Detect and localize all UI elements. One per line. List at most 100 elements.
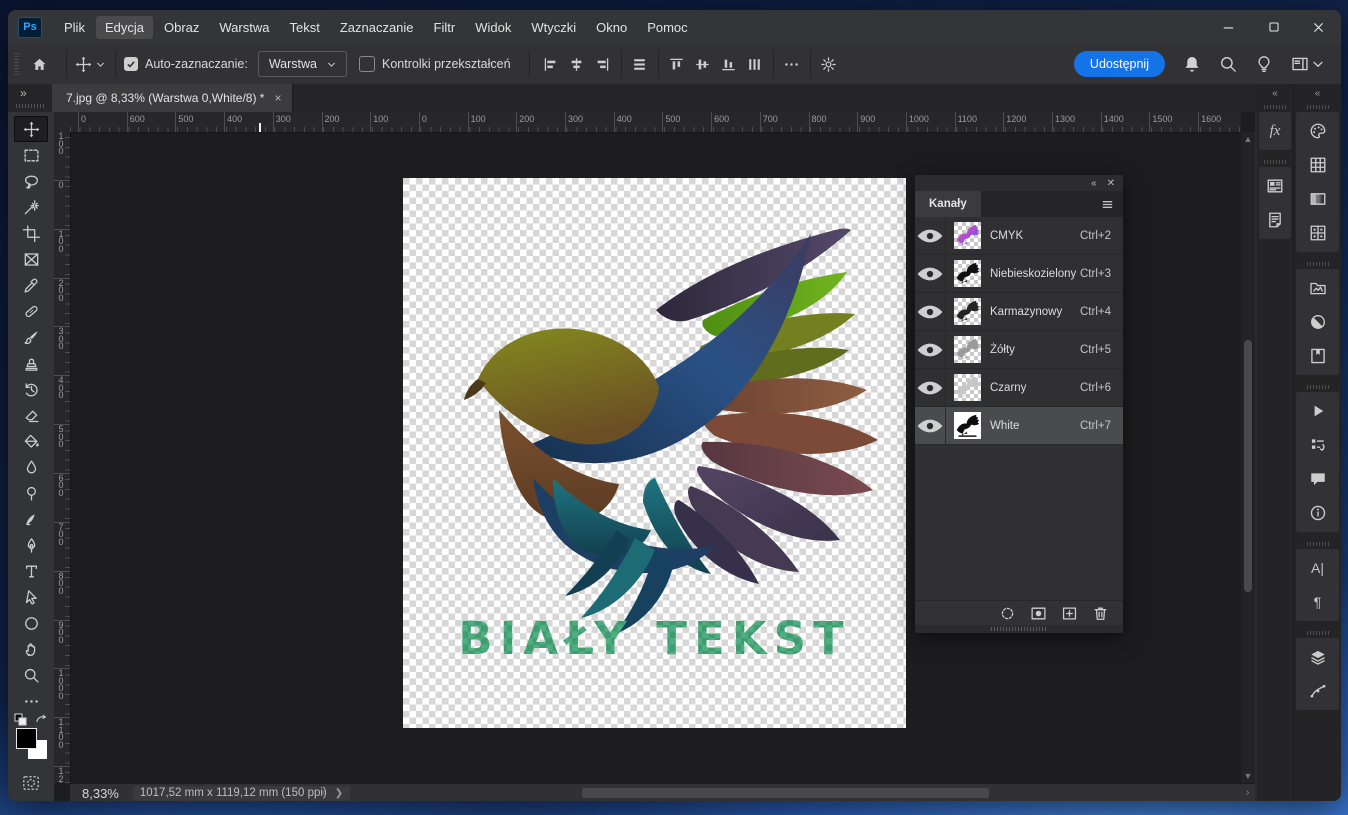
channel-row-karmazynowy[interactable]: KarmazynowyCtrl+4 — [915, 293, 1123, 331]
menu-widok[interactable]: Widok — [466, 16, 520, 39]
pen-tool[interactable] — [14, 532, 48, 558]
align-middle-v-button[interactable] — [690, 51, 716, 77]
distribute-v-button[interactable] — [742, 51, 768, 77]
channel-row-niebieskozielony[interactable]: NiebieskozielonyCtrl+3 — [915, 255, 1123, 293]
scroll-down-icon[interactable]: ▼ — [1241, 771, 1255, 781]
healing-brush-tool[interactable] — [14, 298, 48, 324]
panel-history[interactable] — [1296, 428, 1339, 462]
notifications-bell-icon[interactable] — [1183, 55, 1201, 73]
move-tool[interactable] — [14, 116, 48, 142]
status-chevron-icon[interactable]: ❯ — [335, 788, 343, 799]
align-center-h-button[interactable] — [564, 51, 590, 77]
home-icon[interactable] — [31, 56, 48, 73]
type-tool[interactable] — [14, 558, 48, 584]
panel-color-palette[interactable] — [1296, 114, 1339, 148]
magic-wand-tool[interactable] — [14, 194, 48, 220]
vertical-scrollbar[interactable]: ▲ ▼ — [1241, 132, 1255, 783]
visibility-eye-icon[interactable] — [915, 217, 946, 254]
load-selection-button[interactable] — [999, 605, 1016, 622]
channel-row-cmyk[interactable]: CMYKCtrl+2 — [915, 217, 1123, 255]
panel-menu-icon[interactable] — [1100, 191, 1123, 217]
vertical-scrollbar-thumb[interactable] — [1244, 340, 1252, 592]
brush-tool[interactable] — [14, 324, 48, 350]
panel-paragraph[interactable]: ¶ — [1296, 585, 1339, 619]
panel-info[interactable] — [1296, 496, 1339, 530]
menu-obraz[interactable]: Obraz — [155, 16, 208, 39]
collapse-dock-icon[interactable]: « — [1294, 84, 1341, 102]
scroll-left-icon[interactable]: ‹ — [322, 787, 325, 799]
visibility-eye-icon[interactable] — [915, 331, 946, 368]
menu-wtyczki[interactable]: Wtyczki — [522, 16, 585, 39]
maximize-button[interactable] — [1251, 10, 1296, 44]
close-panel-icon[interactable]: ✕ — [1107, 178, 1115, 189]
visibility-eye-icon[interactable] — [915, 369, 946, 406]
menu-okno[interactable]: Okno — [587, 16, 636, 39]
scroll-right-icon[interactable]: › — [1246, 787, 1249, 799]
tab-channels[interactable]: Kanały — [915, 191, 981, 217]
panel-adjustments[interactable] — [1296, 305, 1339, 339]
zoom-level-field[interactable]: 8,33% — [82, 786, 119, 801]
panel-fx[interactable]: fx — [1259, 114, 1291, 148]
chevron-down-icon[interactable] — [94, 58, 107, 71]
more-tools-tool[interactable] — [14, 688, 48, 714]
panel-patterns[interactable] — [1296, 216, 1339, 250]
screen-mode-button[interactable] — [14, 792, 48, 801]
scroll-up-icon[interactable]: ▲ — [1241, 134, 1255, 144]
workspace-switcher-icon[interactable] — [1291, 55, 1327, 73]
document-info[interactable]: 1017,52 mm x 1119,12 mm (150 ppi) ❯ — [133, 786, 350, 801]
ruler-origin-corner[interactable] — [54, 112, 71, 133]
menu-tekst[interactable]: Tekst — [280, 16, 328, 39]
new-channel-button[interactable] — [1061, 605, 1078, 622]
panel-paths[interactable] — [1296, 674, 1339, 708]
document-tab[interactable]: 7.jpg @ 8,33% (Warstwa 0,White/8) * × — [52, 84, 293, 112]
distribute-h-button[interactable] — [627, 51, 653, 77]
gear-button[interactable] — [816, 51, 842, 77]
rect-marquee-tool[interactable] — [14, 142, 48, 168]
panel-libraries[interactable] — [1296, 271, 1339, 305]
clone-stamp-tool[interactable] — [14, 350, 48, 376]
eyedropper-tool[interactable] — [14, 272, 48, 298]
align-bottom-button[interactable] — [716, 51, 742, 77]
channel-row-white[interactable]: WhiteCtrl+7 — [915, 407, 1123, 445]
frame-tool[interactable] — [14, 246, 48, 272]
panel-comment[interactable] — [1296, 462, 1339, 496]
history-brush-tool[interactable] — [14, 376, 48, 402]
share-button[interactable]: Udostępnij — [1074, 51, 1165, 77]
menu-edycja[interactable]: Edycja — [96, 16, 153, 39]
menu-pomoc[interactable]: Pomoc — [638, 16, 696, 39]
auto-select-checkbox[interactable] — [124, 57, 138, 71]
visibility-eye-icon[interactable] — [915, 293, 946, 330]
panel-resize-grip[interactable] — [915, 625, 1123, 633]
align-left-button[interactable] — [538, 51, 564, 77]
transform-controls-checkbox[interactable] — [359, 56, 375, 72]
eraser-tool[interactable] — [14, 402, 48, 428]
panel-bookmark[interactable] — [1296, 339, 1339, 373]
hand-tool[interactable] — [14, 636, 48, 662]
panel-layers[interactable] — [1296, 640, 1339, 674]
more-options-button[interactable] — [779, 51, 805, 77]
visibility-eye-icon[interactable] — [915, 255, 946, 292]
close-tab-icon[interactable]: × — [274, 91, 281, 105]
discover-lightbulb-icon[interactable] — [1255, 55, 1273, 73]
menu-warstwa[interactable]: Warstwa — [210, 16, 278, 39]
align-top-button[interactable] — [664, 51, 690, 77]
menu-zaznaczanie[interactable]: Zaznaczanie — [331, 16, 423, 39]
horizontal-scrollbar-thumb[interactable] — [582, 788, 989, 798]
channel-row-czarny[interactable]: CzarnyCtrl+6 — [915, 369, 1123, 407]
save-mask-button[interactable] — [1030, 605, 1047, 622]
collapse-panel-icon[interactable]: « — [1091, 178, 1097, 189]
dodge-tool[interactable] — [14, 480, 48, 506]
close-button[interactable] — [1296, 10, 1341, 44]
delete-channel-button[interactable] — [1092, 605, 1109, 622]
panel-gradients[interactable] — [1296, 182, 1339, 216]
minimize-button[interactable] — [1206, 10, 1251, 44]
crop-tool[interactable] — [14, 220, 48, 246]
visibility-eye-icon[interactable] — [915, 407, 946, 444]
menu-plik[interactable]: Plik — [55, 16, 94, 39]
foreground-background-swatches[interactable] — [16, 728, 50, 762]
collapse-dock-icon[interactable]: « — [1257, 84, 1293, 102]
panel-notes[interactable] — [1259, 203, 1291, 237]
lasso-tool[interactable] — [14, 168, 48, 194]
path-select-tool[interactable] — [14, 584, 48, 610]
panel-layout-panel[interactable] — [1259, 169, 1291, 203]
